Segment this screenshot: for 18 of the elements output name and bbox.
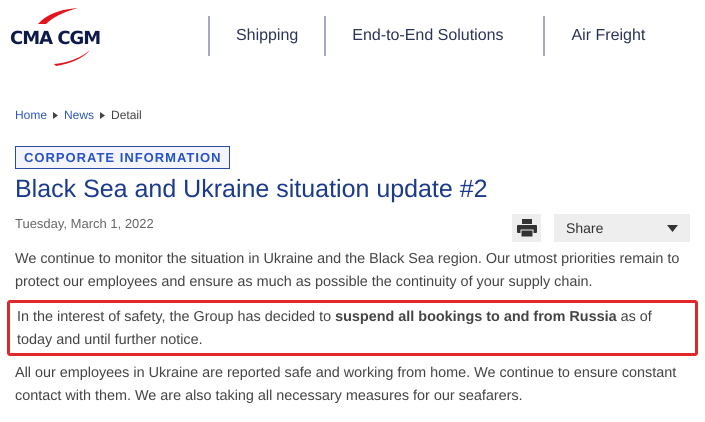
- article-paragraph: We continue to monitor the situation in Ukraine and the Black Sea region. Our utmost priorities remain to protect our employees and ensure as much as possible the continuity of your supply chain.: [15, 250, 680, 292]
- logo-text[interactable]: CMA CGM: [10, 28, 100, 48]
- nav-link[interactable]: Air Freight: [543, 16, 672, 56]
- breadcrumb-current[interactable]: Detail: [111, 108, 142, 122]
- breadcrumb-link[interactable]: News: [64, 108, 94, 122]
- print-button[interactable]: [512, 214, 541, 242]
- caret-icon: [667, 224, 678, 232]
- highlighted-paragraph: In the interest of safety, the Group has decided to suspend all bookings to and from Russia as of today and until further notice.: [7, 300, 698, 356]
- category-tag: CORPORATE INFORMATION: [15, 146, 230, 169]
- article-title: Black Sea and Ukraine situation update #2: [15, 175, 489, 204]
- article-paragraph: All our employees in Ukraine are reported safe and working from home. We continue to ensure constant contact with them. We are also taking all necessary measures for our seafarers.: [15, 364, 678, 406]
- share-dropdown[interactable]: Share: [554, 214, 690, 242]
- article-date: Tuesday, March 1, 2022: [15, 216, 155, 231]
- nav-link[interactable]: End-to-End Solutions: [324, 16, 544, 56]
- chevron-icon: [100, 112, 106, 118]
- nav-link[interactable]: Shipping: [208, 16, 324, 56]
- breadcrumb-link[interactable]: Home: [15, 108, 48, 122]
- chevron-icon: [53, 112, 58, 118]
